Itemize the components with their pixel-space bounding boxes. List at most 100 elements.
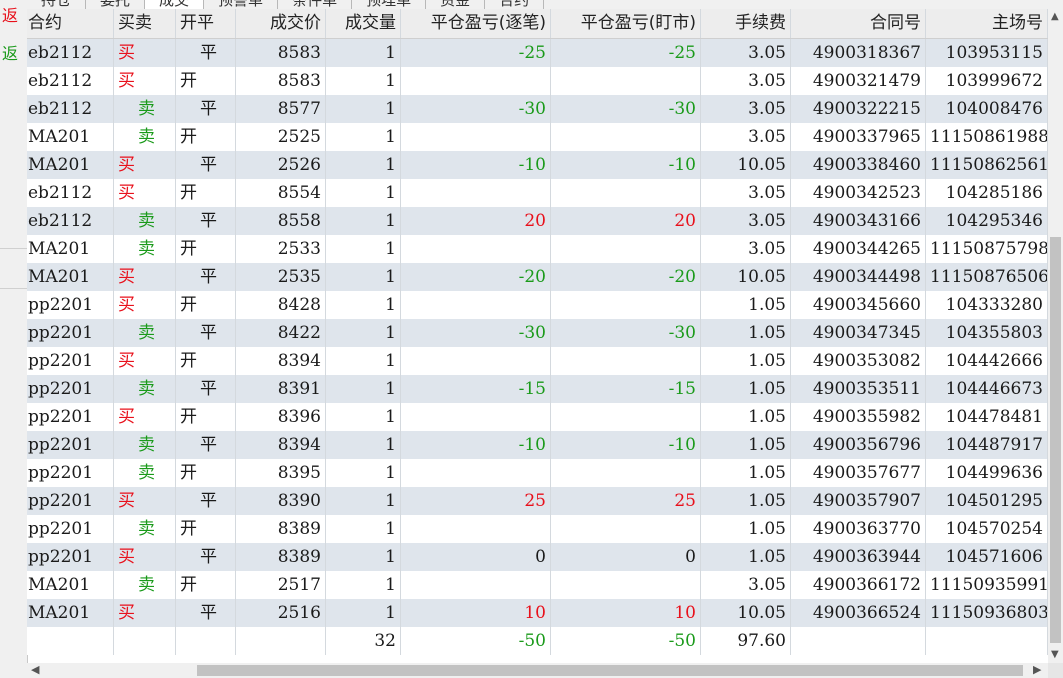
vertical-scroll-thumb[interactable] xyxy=(1050,237,1061,643)
cell-oc: 开 xyxy=(176,347,236,375)
cell-pnl_trade: 25 xyxy=(401,487,551,515)
cell-pnl_mark: -10 xyxy=(551,151,701,179)
cell-pnl_mark: 0 xyxy=(551,543,701,571)
table-row[interactable]: MA201 卖开 2525 1 3.05 4900337965 111508619888 xyxy=(27,123,1048,151)
column-header-6[interactable]: 平仓盈亏(盯市) xyxy=(551,9,701,38)
cell-qty: 1 xyxy=(326,95,401,123)
total-fee: 97.60 xyxy=(701,627,791,655)
table-row[interactable]: pp2201 买平 8390 1 25 25 1.05 4900357907 104501295 xyxy=(27,487,1048,515)
cell-side: 买 xyxy=(114,487,176,515)
horizontal-scroll-thumb[interactable] xyxy=(197,665,1023,676)
table-row[interactable]: MA201 买平 2516 1 10 10 10.05 4900366524 111509368… xyxy=(27,599,1048,627)
left-strip-label-green[interactable]: 返 xyxy=(2,40,18,64)
table-row[interactable]: pp2201 卖开 8389 1 1.05 4900363770 104570254 xyxy=(27,515,1048,543)
total-empty-cell xyxy=(926,627,1048,655)
column-header-0[interactable]: 合约 xyxy=(27,9,114,38)
table-row[interactable]: pp2201 买开 8396 1 1.05 4900355982 104478481 xyxy=(27,403,1048,431)
column-header-1[interactable]: 买卖 xyxy=(114,9,176,38)
cell-exch: 111508765060 xyxy=(926,263,1048,291)
scroll-left-icon[interactable]: ◀ xyxy=(31,663,39,676)
table-row[interactable]: eb2112 卖平 8558 1 20 20 3.05 4900343166 104295346 xyxy=(27,207,1048,235)
cell-pnl_mark xyxy=(551,347,701,375)
total-empty-cell xyxy=(176,627,236,655)
table-row[interactable]: MA201 买平 2535 1 -20 -20 10.05 4900344498 1115087… xyxy=(27,263,1048,291)
cell-symbol: MA201 xyxy=(27,123,114,151)
cell-exch: 104285186 xyxy=(926,179,1048,207)
table-row[interactable]: MA201 卖开 2517 1 3.05 4900366172 111509359911 xyxy=(27,571,1048,599)
cell-exch: 104355803 xyxy=(926,319,1048,347)
total-qty: 32 xyxy=(326,627,401,655)
horizontal-scrollbar[interactable]: ◀ ▶ xyxy=(27,663,1048,678)
cell-contract: 4900321479 xyxy=(791,67,926,95)
scroll-up-icon[interactable]: ▲ xyxy=(1051,11,1059,22)
cell-exch: 104501295 xyxy=(926,487,1048,515)
cell-pnl_trade xyxy=(401,403,551,431)
column-header-5[interactable]: 平仓盈亏(逐笔) xyxy=(401,9,551,38)
table-row[interactable]: pp2201 卖平 8391 1 -15 -15 1.05 4900353511 1044466… xyxy=(27,375,1048,403)
cell-pnl_trade: -15 xyxy=(401,375,551,403)
cell-pnl_trade xyxy=(401,515,551,543)
cell-oc: 开 xyxy=(176,459,236,487)
cell-exch: 104442666 xyxy=(926,347,1048,375)
tab-0[interactable]: 持仓 xyxy=(27,0,87,9)
cell-fee: 1.05 xyxy=(701,487,791,515)
left-strip-label-red[interactable]: 返 xyxy=(2,2,18,26)
cell-pnl_mark: -25 xyxy=(551,39,701,67)
cell-fee: 1.05 xyxy=(701,403,791,431)
tab-4[interactable]: 条件单 xyxy=(278,0,353,9)
scroll-right-icon[interactable]: ▶ xyxy=(1033,663,1041,676)
column-header-2[interactable]: 开平 xyxy=(176,9,236,38)
cell-exch: 104446673 xyxy=(926,375,1048,403)
cell-qty: 1 xyxy=(326,291,401,319)
table-row[interactable]: pp2201 买平 8389 1 0 0 1.05 4900363944 104571606 xyxy=(27,543,1048,571)
table-row[interactable]: pp2201 卖平 8394 1 -10 -10 1.05 4900356796 1044879… xyxy=(27,431,1048,459)
tab-2[interactable]: 成交 xyxy=(145,0,205,9)
cell-side: 买 xyxy=(114,291,176,319)
table-row[interactable]: eb2112 买平 8583 1 -25 -25 3.05 4900318367 1039531… xyxy=(27,39,1048,67)
table-row[interactable]: eb2112 买开 8554 1 3.05 4900342523 104285186 xyxy=(27,179,1048,207)
vertical-scrollbar[interactable]: ▲ ▼ xyxy=(1048,9,1063,663)
cell-fee: 1.05 xyxy=(701,347,791,375)
total-empty-cell xyxy=(27,627,114,655)
cell-fee: 10.05 xyxy=(701,263,791,291)
cell-qty: 1 xyxy=(326,151,401,179)
cell-exch: 104499636 xyxy=(926,459,1048,487)
table-row[interactable]: pp2201 卖开 8395 1 1.05 4900357677 104499636 xyxy=(27,459,1048,487)
cell-fee: 3.05 xyxy=(701,571,791,599)
cell-pnl_trade xyxy=(401,459,551,487)
table-row[interactable]: MA201 卖开 2533 1 3.05 4900344265 111508757984 xyxy=(27,235,1048,263)
tab-3[interactable]: 预警单 xyxy=(204,0,279,9)
cell-qty: 1 xyxy=(326,403,401,431)
cell-pnl_mark: -15 xyxy=(551,375,701,403)
table-row[interactable]: pp2201 卖平 8422 1 -30 -30 1.05 4900347345 1043558… xyxy=(27,319,1048,347)
cell-pnl_mark xyxy=(551,67,701,95)
cell-oc: 开 xyxy=(176,403,236,431)
column-header-3[interactable]: 成交价 xyxy=(236,9,326,38)
scroll-down-icon[interactable]: ▼ xyxy=(1051,649,1059,660)
tab-5[interactable]: 预埋单 xyxy=(352,0,427,9)
cell-oc: 平 xyxy=(176,39,236,67)
table-row[interactable]: MA201 买平 2526 1 -10 -10 10.05 4900338460 1115086… xyxy=(27,151,1048,179)
cell-exch: 111509359911 xyxy=(926,571,1048,599)
total-empty-cell xyxy=(791,627,926,655)
table-row[interactable]: eb2112 卖平 8577 1 -30 -30 3.05 4900322215 1040084… xyxy=(27,95,1048,123)
column-header-4[interactable]: 成交量 xyxy=(326,9,401,38)
tab-6[interactable]: 资金 xyxy=(426,0,486,9)
cell-symbol: eb2112 xyxy=(27,39,114,67)
column-header-9[interactable]: 主场号 xyxy=(926,9,1048,38)
tab-7[interactable]: 合约 xyxy=(485,0,545,9)
cell-fee: 10.05 xyxy=(701,151,791,179)
cell-qty: 1 xyxy=(326,67,401,95)
cell-price: 8558 xyxy=(236,207,326,235)
cell-pnl_trade xyxy=(401,235,551,263)
cell-side: 买 xyxy=(114,39,176,67)
table-row[interactable]: pp2201 买开 8394 1 1.05 4900353082 104442666 xyxy=(27,347,1048,375)
strip-divider xyxy=(0,248,27,249)
cell-symbol: eb2112 xyxy=(27,67,114,95)
table-row[interactable]: eb2112 买开 8583 1 3.05 4900321479 103999672 xyxy=(27,67,1048,95)
column-header-7[interactable]: 手续费 xyxy=(701,9,791,38)
cell-contract: 4900322215 xyxy=(791,95,926,123)
table-row[interactable]: pp2201 买开 8428 1 1.05 4900345660 104333280 xyxy=(27,291,1048,319)
tab-1[interactable]: 委托 xyxy=(86,0,146,9)
column-header-8[interactable]: 合同号 xyxy=(791,9,926,38)
